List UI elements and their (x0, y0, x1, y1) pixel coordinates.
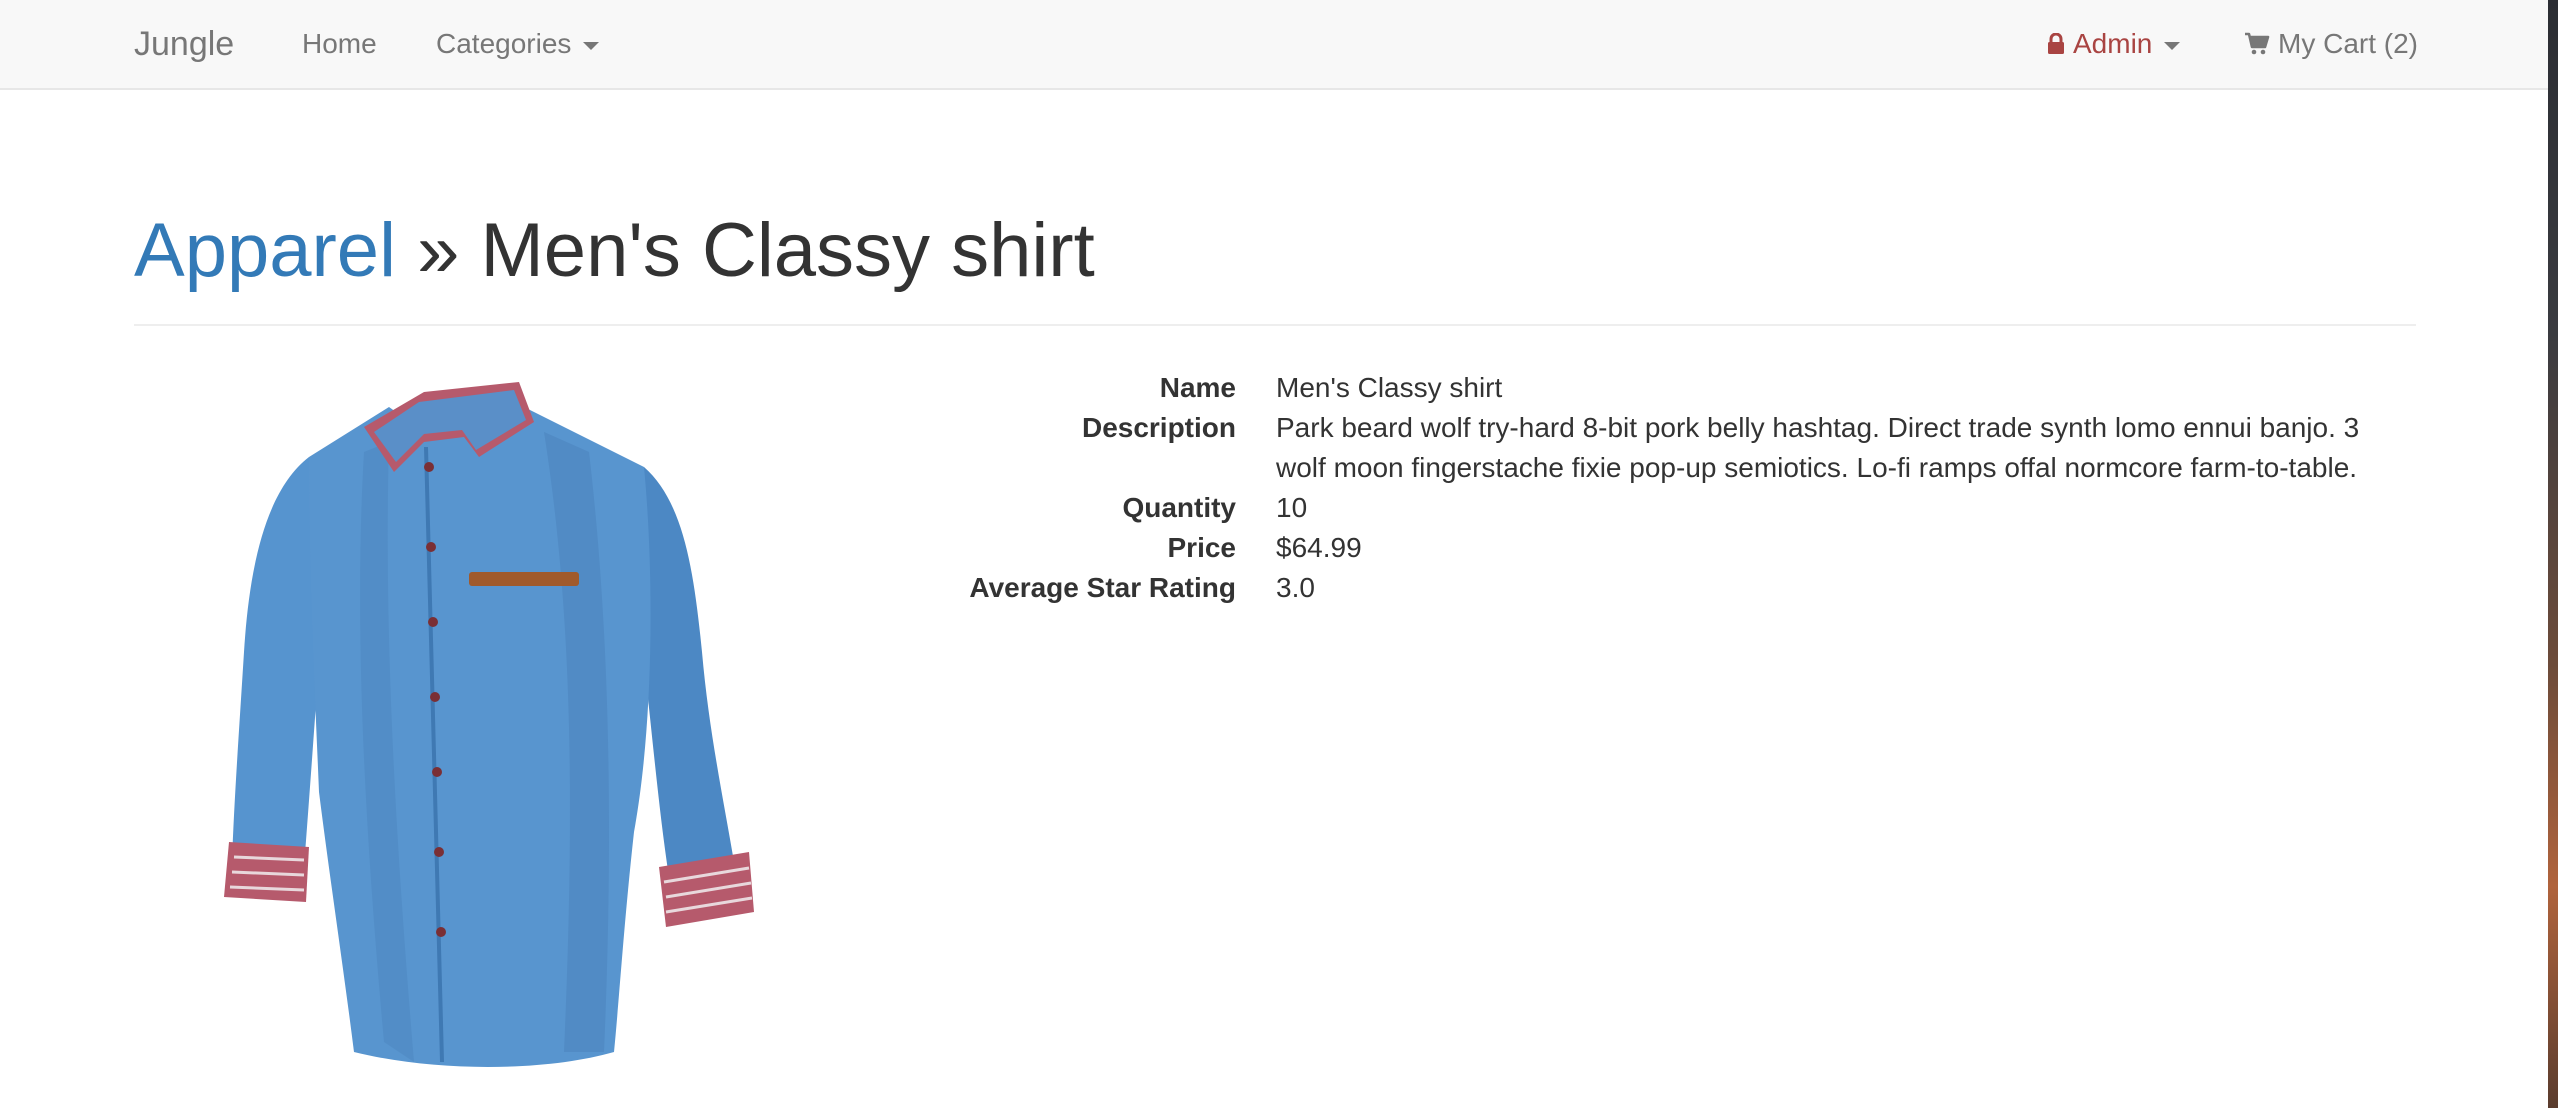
lock-icon (2047, 33, 2065, 55)
nav-my-cart[interactable]: My Cart (2) (2244, 0, 2418, 88)
description-value: Park beard wolf try-hard 8-bit pork bell… (1276, 412, 2360, 483)
cart-label: My Cart (2) (2278, 28, 2418, 59)
name-value: Men's Classy shirt (1276, 372, 1503, 403)
rating-label: Average Star Rating (969, 572, 1236, 603)
top-navbar: Jungle Home Categories Admin My Cart (2) (0, 0, 2558, 90)
cart-icon (2244, 32, 2270, 56)
product-image (214, 372, 784, 1082)
detail-row-description: Description Park beard wolf try-hard 8-b… (900, 408, 2420, 488)
quantity-value: 10 (1276, 492, 1308, 523)
nav-admin-dropdown[interactable]: Admin (2047, 0, 2181, 88)
categories-label: Categories (436, 28, 572, 59)
detail-row-price: Price $64.99 (900, 528, 2420, 568)
brand-link[interactable]: Jungle (134, 0, 234, 88)
admin-label: Admin (2073, 28, 2153, 59)
product-title: Men's Classy shirt (480, 208, 1095, 293)
price-label: Price (1167, 532, 1237, 563)
detail-row-name: Name Men's Classy shirt (900, 368, 2420, 408)
rating-value: 3.0 (1276, 572, 1315, 603)
quantity-label: Quantity (1122, 492, 1236, 523)
page-header: Apparel » Men's Classy shirt (134, 200, 2416, 326)
nav-home[interactable]: Home (302, 0, 377, 88)
price-value: $64.99 (1276, 532, 1362, 563)
nav-categories-dropdown[interactable]: Categories (436, 0, 600, 88)
shirt-image (224, 382, 754, 1067)
description-label: Description (1081, 412, 1236, 443)
category-link[interactable]: Apparel (134, 208, 396, 293)
name-label: Name (1159, 372, 1236, 403)
breadcrumb-separator: » (417, 208, 460, 293)
background-desktop-strip (2548, 0, 2558, 1108)
detail-row-rating: Average Star Rating 3.0 (900, 568, 2420, 608)
detail-row-quantity: Quantity 10 (900, 488, 2420, 528)
caret-down-icon (583, 42, 600, 50)
product-details: Name Men's Classy shirt Description Park… (900, 368, 2420, 608)
page-title: Apparel » Men's Classy shirt (134, 206, 1095, 296)
caret-down-icon (2164, 42, 2181, 50)
